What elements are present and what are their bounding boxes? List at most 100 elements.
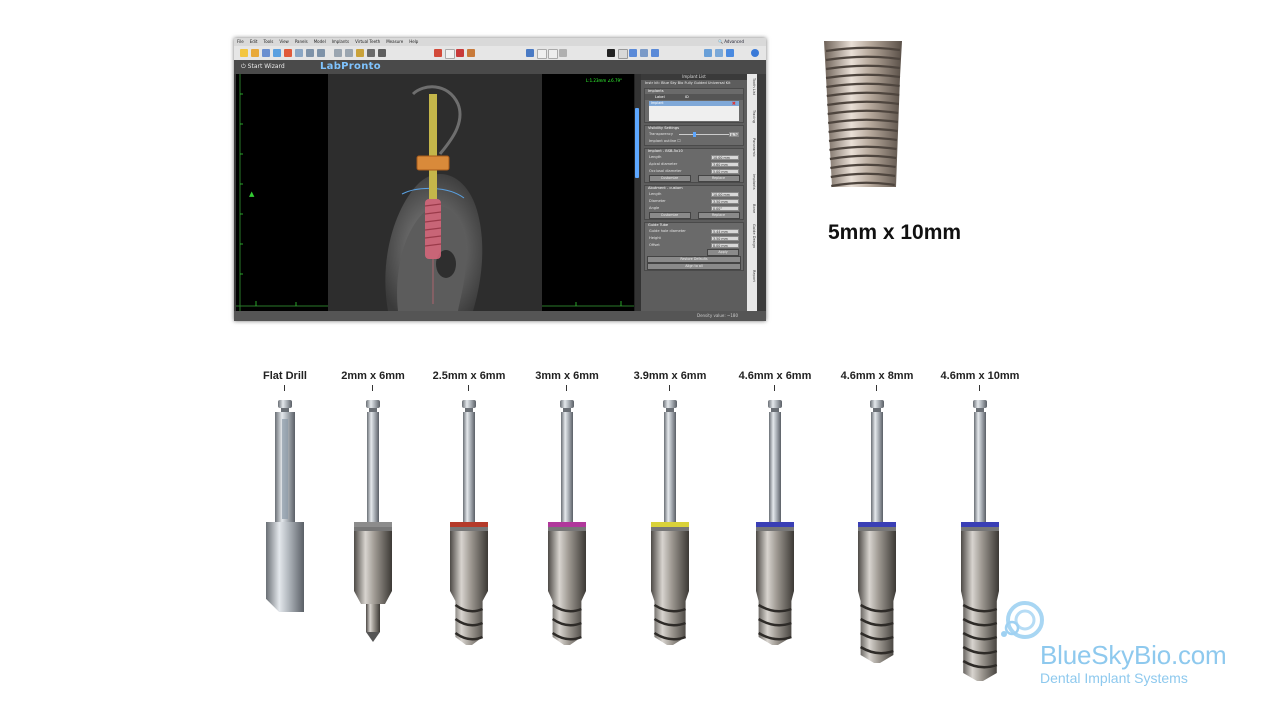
drill-shank — [561, 412, 573, 524]
menu-tools[interactable]: Tools — [263, 38, 273, 46]
menu-edit[interactable]: Edit — [250, 38, 258, 46]
transparency-value[interactable]: 0.70 — [729, 132, 739, 137]
abutment-angle-field[interactable]: 0.00° — [711, 206, 739, 211]
window-icon[interactable] — [618, 49, 628, 59]
implant-list-row[interactable]: Implant — [649, 101, 739, 106]
customize-button[interactable]: Customize — [648, 175, 691, 182]
tab-report[interactable]: Report — [748, 270, 756, 282]
occlusal-diameter-field[interactable]: 5.00 mm — [711, 169, 739, 174]
menu-file[interactable]: File — [237, 38, 244, 46]
menu-model[interactable]: Model — [314, 38, 326, 46]
refresh-icon[interactable] — [751, 49, 759, 57]
field-label: Occlusal diameter — [649, 169, 682, 173]
abutment-replace-button[interactable]: Replace — [697, 212, 740, 219]
start-wizard-label: Start Wizard — [247, 63, 285, 70]
menu-implants[interactable]: Implants — [332, 38, 349, 46]
close-icon[interactable] — [284, 49, 292, 57]
brush-icon[interactable] — [467, 49, 475, 57]
drill-body — [354, 531, 392, 591]
export-icon[interactable] — [273, 49, 281, 57]
align-to-all-button[interactable]: Align to all — [647, 263, 741, 270]
drill-body — [450, 531, 488, 591]
chart-icon[interactable] — [704, 49, 712, 57]
settings-icon[interactable] — [640, 49, 648, 57]
outline-checkbox[interactable]: ☐ — [677, 139, 680, 143]
pencil-icon[interactable] — [434, 49, 442, 57]
implant-length-field[interactable]: 10.00 mm — [711, 155, 739, 160]
tooth-view-icon[interactable] — [548, 49, 558, 59]
drill-image — [354, 400, 392, 642]
side-tabs: Tooth List Tracing Panoramic Implants Bo… — [747, 74, 757, 311]
drill-tick — [669, 385, 670, 391]
measurement-readout: L:1.23mm ∠6.79° — [586, 78, 623, 83]
transparency-label: Transparency — [649, 132, 673, 136]
delete-implant-icon[interactable]: ✖ — [732, 101, 736, 107]
menu-measure[interactable]: Measure — [386, 38, 403, 46]
tab-tooth-list[interactable]: Tooth List — [748, 78, 756, 95]
drill-flat: Flat Drill — [235, 368, 335, 698]
instrument-kit[interactable]: Instr kit: Blue Sky Bio Fully Guided Uni… — [641, 80, 747, 86]
zoom-icon[interactable] — [367, 49, 375, 57]
cloud-icon[interactable] — [726, 49, 734, 57]
menu-virtual-teeth[interactable]: Virtual Teeth — [355, 38, 380, 46]
screenshot-icon[interactable] — [715, 49, 723, 57]
guide-tube-group: Guide Tube Guide hole diameter 5.44 mm He… — [644, 222, 744, 271]
scan-icon[interactable] — [295, 49, 303, 57]
compare-icon[interactable] — [559, 49, 567, 57]
rotate-icon[interactable] — [629, 49, 637, 57]
density-value: Density value: ~180 — [696, 313, 738, 318]
drill-tick — [372, 385, 373, 391]
tab-panoramic[interactable]: Panoramic — [748, 138, 756, 157]
arch2-icon[interactable] — [317, 49, 325, 57]
move-icon[interactable] — [651, 49, 659, 57]
svg-text:▲: ▲ — [249, 190, 255, 198]
search-advanced[interactable]: 🔍 Advanced — [718, 38, 744, 46]
guide-restore-row: Restore Defaults — [645, 256, 743, 263]
grid-icon[interactable] — [345, 49, 353, 57]
guide-hole-field[interactable]: 5.44 mm — [711, 229, 739, 234]
open-folder-icon[interactable] — [251, 49, 259, 57]
tab-tracing[interactable]: Tracing — [748, 110, 756, 123]
abutment-length-field[interactable]: 10.00 mm — [711, 192, 739, 197]
tab-bone[interactable]: Bone — [748, 204, 756, 213]
transparency-slider[interactable] — [679, 134, 731, 135]
menu-help[interactable]: Help — [409, 38, 418, 46]
implant-list[interactable]: Implant ✖ — [649, 101, 739, 121]
drill-label: 3.9mm x 6mm — [633, 370, 707, 382]
transparency-slider-handle[interactable] — [693, 132, 696, 137]
measure-icon[interactable] — [378, 49, 386, 57]
implant-tool-icon[interactable] — [356, 49, 364, 57]
apical-diameter-field[interactable]: 3.60 mm — [711, 162, 739, 167]
abutment-diameter-field[interactable]: 3.50 mm — [711, 199, 739, 204]
contrast-icon[interactable] — [607, 49, 615, 57]
apply-button[interactable]: Apply — [707, 249, 739, 256]
guide-height-field[interactable]: 3.50 mm — [711, 236, 739, 241]
tooth-icon[interactable] — [445, 49, 455, 59]
menu-panels[interactable]: Panels — [295, 38, 308, 46]
field-label: Length — [649, 155, 662, 159]
guide-offset-field[interactable]: 8.00 mm — [711, 243, 739, 248]
arch-icon[interactable] — [306, 49, 314, 57]
implant-outline-row[interactable]: Implant outline ☐ — [645, 138, 743, 145]
drill-image — [756, 400, 794, 645]
abutment-customize-button[interactable]: Customize — [648, 212, 691, 219]
drill-shank — [367, 412, 379, 524]
layout-icon[interactable] — [334, 49, 342, 57]
tab-guide-design[interactable]: Guide Design — [748, 224, 756, 248]
tab-implants[interactable]: Implants — [748, 174, 756, 190]
view-side-icon[interactable] — [537, 49, 547, 59]
new-file-icon[interactable] — [240, 49, 248, 57]
crown-icon[interactable] — [456, 49, 464, 57]
viewer-scroll-thumb[interactable] — [635, 108, 639, 178]
drill-head — [870, 400, 884, 408]
view-front-icon[interactable] — [526, 49, 534, 57]
save-icon[interactable] — [262, 49, 270, 57]
ct-scan-viewer[interactable]: ▲ L:1.23mm ∠6.79° — [236, 74, 636, 311]
implant-outline-label: Implant outline — [649, 139, 677, 143]
restore-defaults-button[interactable]: Restore Defaults — [647, 256, 741, 263]
replace-button[interactable]: Replace — [697, 175, 740, 182]
start-wizard-button[interactable]: ⏻ Start Wizard — [241, 63, 285, 71]
drill-shank — [769, 412, 781, 524]
menu-view[interactable]: View — [279, 38, 289, 46]
implant-size-caption: 5mm x 10mm — [828, 221, 962, 244]
